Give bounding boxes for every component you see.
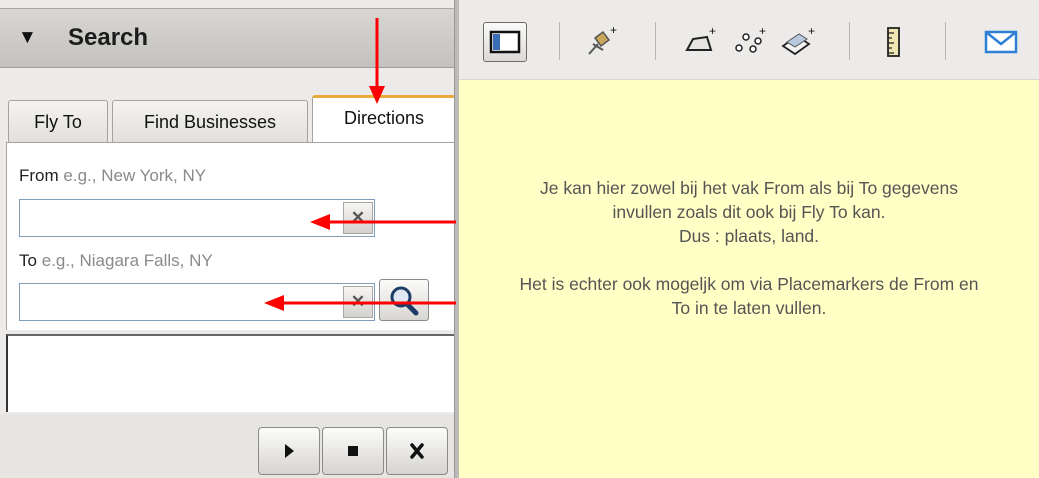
tab-directions[interactable]: Directions	[312, 95, 456, 143]
add-path-button[interactable]: +	[729, 22, 769, 62]
toolbar: + + + +	[459, 0, 1039, 80]
search-header[interactable]: ▼ Search	[0, 8, 456, 68]
toolbar-separator	[559, 22, 560, 60]
toolbar-separator	[655, 22, 656, 60]
results-list[interactable]	[6, 334, 456, 412]
note-area: Je kan hier zowel bij het vak From als b…	[459, 80, 1039, 478]
to-combo[interactable]: ✕	[19, 283, 375, 321]
add-image-overlay-icon: +	[781, 24, 815, 56]
to-label-text: To	[19, 251, 37, 270]
from-combo[interactable]: ✕	[19, 199, 375, 237]
triangle-down-icon[interactable]: ▼	[18, 27, 37, 49]
ruler-button[interactable]	[877, 22, 911, 62]
x-icon[interactable]: ✕	[343, 286, 373, 318]
search-title: Search	[68, 24, 149, 51]
note-line: Dus : plaats, land.	[678, 226, 820, 246]
directions-form: From e.g., New York, NY ✕ To e.g., Niaga…	[6, 142, 456, 330]
x-icon[interactable]: ✕	[343, 202, 373, 234]
to-input[interactable]	[20, 284, 342, 320]
note-line: To in te laten vullen.	[671, 298, 827, 318]
email-button[interactable]	[979, 22, 1023, 62]
from-input[interactable]	[20, 200, 342, 236]
note-line: invullen zoals dit ook bij Fly To kan.	[612, 202, 886, 222]
add-placemark-icon: +	[588, 23, 617, 55]
play-button[interactable]	[258, 427, 320, 475]
tab-find-businesses[interactable]: Find Businesses	[112, 100, 308, 142]
sidebar-toggle-icon	[489, 30, 521, 54]
add-placemark-button[interactable]: +	[581, 22, 621, 62]
play-icon	[285, 444, 294, 458]
toolbar-separator	[849, 22, 850, 60]
note-line: Het is echter ook mogeljk om via Placema…	[519, 274, 979, 294]
add-polygon-button[interactable]: +	[681, 22, 721, 62]
close-icon	[410, 443, 424, 459]
note-line	[459, 248, 1039, 272]
note-line: Je kan hier zowel bij het vak From als b…	[540, 178, 958, 198]
svg-text:+: +	[808, 24, 815, 38]
svg-text:+: +	[759, 24, 766, 38]
tab-fly-to[interactable]: Fly To	[8, 100, 108, 142]
toolbar-separator	[945, 22, 946, 60]
player-controls	[0, 414, 456, 478]
search-panel: ▼ Search Fly To Find Businesses Directio…	[0, 0, 456, 478]
stop-icon	[348, 446, 358, 456]
svg-text:+: +	[610, 23, 617, 37]
search-button[interactable]	[379, 279, 429, 321]
to-hint: e.g., Niagara Falls, NY	[41, 251, 213, 270]
svg-text:+: +	[709, 24, 716, 38]
from-label-text: From	[19, 166, 59, 185]
email-icon	[984, 30, 1018, 54]
to-label: To e.g., Niagara Falls, NY	[19, 251, 213, 271]
magnifier-icon	[390, 286, 419, 316]
from-label: From e.g., New York, NY	[19, 166, 206, 186]
add-image-overlay-button[interactable]: +	[777, 22, 819, 62]
close-button[interactable]	[386, 427, 448, 475]
sidebar-toggle-button[interactable]	[483, 22, 527, 62]
add-polygon-icon: +	[685, 24, 716, 51]
ruler-icon	[887, 27, 900, 57]
stop-button[interactable]	[322, 427, 384, 475]
from-hint: e.g., New York, NY	[63, 166, 207, 185]
note-text: Je kan hier zowel bij het vak From als b…	[459, 176, 1039, 320]
add-path-icon: +	[735, 24, 766, 53]
